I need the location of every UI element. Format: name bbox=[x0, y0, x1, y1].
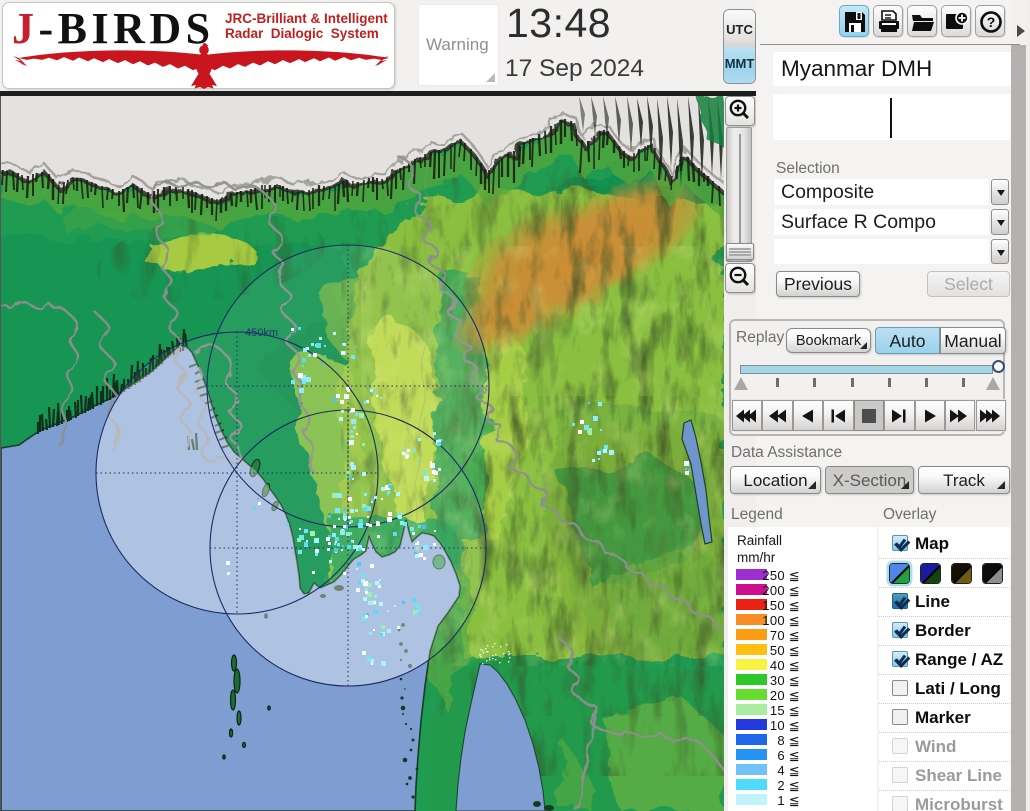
svg-text:450km: 450km bbox=[245, 327, 278, 339]
svg-text:?: ? bbox=[987, 14, 996, 30]
